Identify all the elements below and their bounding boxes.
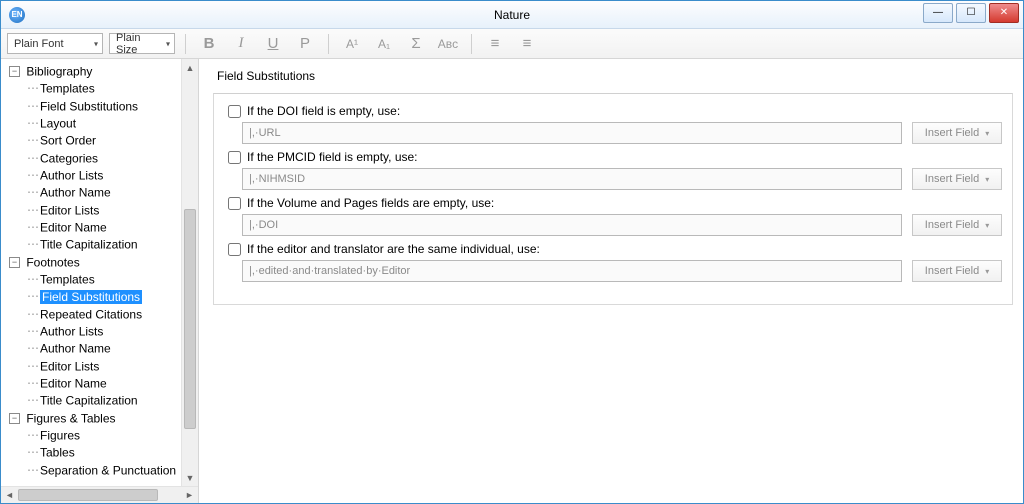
tree-leaf[interactable]: ⋯Figures: [3, 427, 198, 444]
scroll-down-icon[interactable]: ▼: [182, 469, 198, 486]
pmcid-empty-checkbox[interactable]: [228, 151, 241, 164]
plain-button[interactable]: P: [292, 32, 318, 56]
insert-field-button[interactable]: Insert Field ▾: [912, 122, 1002, 144]
tree-leaf[interactable]: ⋯Repeated Citations: [3, 306, 198, 323]
superscript-button[interactable]: A¹: [339, 32, 365, 56]
tree-scroll-area: − Bibliography ⋯Templates ⋯Field Substit…: [1, 59, 198, 486]
tree-leaf[interactable]: ⋯Editor Name: [3, 375, 198, 392]
underline-button[interactable]: U: [260, 32, 286, 56]
volume-pages-empty-field[interactable]: |,·DOI: [242, 214, 902, 236]
tree-node-figures-tables[interactable]: − Figures & Tables: [3, 410, 198, 427]
chevron-down-icon: ▾: [94, 39, 98, 48]
panel-title: Field Substitutions: [217, 69, 1013, 83]
insert-field-button[interactable]: Insert Field ▾: [912, 168, 1002, 190]
substitution-row: If the editor and translator are the sam…: [224, 242, 1002, 282]
tree-leaf[interactable]: ⋯Title Capitalization: [3, 392, 198, 409]
doi-empty-checkbox[interactable]: [228, 105, 241, 118]
symbol-button[interactable]: Σ: [403, 32, 429, 56]
titlebar: EN Nature — ☐ ✕: [1, 1, 1023, 29]
field-substitutions-panel: If the DOI field is empty, use: |,·URL I…: [213, 93, 1013, 305]
doi-empty-field[interactable]: |,·URL: [242, 122, 902, 144]
align-center-button[interactable]: ≡: [514, 32, 540, 56]
substitution-row: If the PMCID field is empty, use: |,·NIH…: [224, 150, 1002, 190]
volume-pages-empty-label: If the Volume and Pages fields are empty…: [247, 196, 494, 210]
close-button[interactable]: ✕: [989, 3, 1019, 23]
scroll-up-icon[interactable]: ▲: [182, 59, 198, 76]
minimize-button[interactable]: —: [923, 3, 953, 23]
volume-pages-empty-checkbox[interactable]: [228, 197, 241, 210]
toolbar-separator: [185, 34, 186, 54]
substitution-row: If the Volume and Pages fields are empty…: [224, 196, 1002, 236]
tree-leaf[interactable]: ⋯Author Name: [3, 340, 198, 357]
main-panel: Field Substitutions If the DOI field is …: [199, 59, 1023, 503]
chevron-down-icon: ▾: [166, 39, 170, 48]
pmcid-empty-field[interactable]: |,·NIHMSID: [242, 168, 902, 190]
tree-leaf[interactable]: ⋯Editor Lists: [3, 202, 198, 219]
scroll-track[interactable]: [18, 487, 181, 503]
tree-leaf[interactable]: ⋯Categories: [3, 150, 198, 167]
chevron-down-icon: ▾: [985, 221, 989, 230]
tree-leaf[interactable]: ⋯Author Lists: [3, 323, 198, 340]
tree-leaf[interactable]: ⋯Editor Lists: [3, 358, 198, 375]
tree-leaf[interactable]: ⋯Layout: [3, 115, 198, 132]
insert-field-button[interactable]: Insert Field ▾: [912, 260, 1002, 282]
font-combo-label: Plain Font: [14, 38, 64, 50]
tree-leaf[interactable]: ⋯Field Substitutions: [3, 98, 198, 115]
chevron-down-icon: ▾: [985, 129, 989, 138]
editor-translator-checkbox[interactable]: [228, 243, 241, 256]
tree-leaf[interactable]: ⋯Title Capitalization: [3, 236, 198, 253]
tree-leaf[interactable]: ⋯Separation & Punctuation: [3, 462, 198, 479]
toolbar-separator: [471, 34, 472, 54]
tree-leaf[interactable]: ⋯Sort Order: [3, 132, 198, 149]
maximize-icon: ☐: [967, 8, 976, 18]
tree-leaf-field-substitutions[interactable]: ⋯Field Substitutions: [3, 288, 198, 305]
insert-field-button[interactable]: Insert Field ▾: [912, 214, 1002, 236]
collapse-icon[interactable]: −: [9, 257, 20, 268]
size-combo[interactable]: Plain Size ▾: [109, 33, 175, 54]
bold-button[interactable]: B: [196, 32, 222, 56]
style-tree: − Bibliography ⋯Templates ⋯Field Substit…: [1, 59, 198, 483]
sidebar: − Bibliography ⋯Templates ⋯Field Substit…: [1, 59, 199, 503]
tree-leaf[interactable]: ⋯Templates: [3, 271, 198, 288]
collapse-icon[interactable]: −: [9, 66, 20, 77]
italic-button[interactable]: I: [228, 32, 254, 56]
scroll-left-icon[interactable]: ◄: [1, 490, 18, 500]
format-toolbar: Plain Font ▾ Plain Size ▾ B I U P A¹ A₁ …: [1, 29, 1023, 59]
content-area: − Bibliography ⋯Templates ⋯Field Substit…: [1, 59, 1023, 503]
tree-leaf[interactable]: ⋯Editor Name: [3, 219, 198, 236]
editor-translator-field[interactable]: |,·edited·and·translated·by·Editor: [242, 260, 902, 282]
chevron-down-icon: ▾: [985, 175, 989, 184]
maximize-button[interactable]: ☐: [956, 3, 986, 23]
window-title: Nature: [1, 8, 1023, 22]
font-combo[interactable]: Plain Font ▾: [7, 33, 103, 54]
tree-node-bibliography[interactable]: − Bibliography: [3, 63, 198, 80]
tree-leaf[interactable]: ⋯Author Lists: [3, 167, 198, 184]
app-icon: EN: [9, 7, 25, 23]
vertical-scrollbar[interactable]: ▲ ▼: [181, 59, 198, 486]
scroll-thumb[interactable]: [184, 209, 196, 429]
tree-leaf[interactable]: ⋯Author Name: [3, 184, 198, 201]
align-left-button[interactable]: ≡: [482, 32, 508, 56]
doi-empty-label: If the DOI field is empty, use:: [247, 104, 400, 118]
close-icon: ✕: [1000, 8, 1008, 18]
scroll-thumb[interactable]: [18, 489, 158, 501]
minimize-icon: —: [933, 8, 943, 18]
tree-leaf[interactable]: ⋯Templates: [3, 80, 198, 97]
editor-translator-label: If the editor and translator are the sam…: [247, 242, 540, 256]
size-combo-label: Plain Size: [116, 32, 156, 56]
tree-node-footnotes[interactable]: − Footnotes: [3, 254, 198, 271]
pmcid-empty-label: If the PMCID field is empty, use:: [247, 150, 418, 164]
subscript-button[interactable]: A₁: [371, 32, 397, 56]
collapse-icon[interactable]: −: [9, 413, 20, 424]
substitution-row: If the DOI field is empty, use: |,·URL I…: [224, 104, 1002, 144]
app-window: EN Nature — ☐ ✕ Plain Font ▾ Plain Size …: [0, 0, 1024, 504]
toolbar-separator: [328, 34, 329, 54]
chevron-down-icon: ▾: [985, 267, 989, 276]
smallcaps-button[interactable]: Aʙᴄ: [435, 32, 461, 56]
scroll-right-icon[interactable]: ►: [181, 490, 198, 500]
horizontal-scrollbar[interactable]: ◄ ►: [1, 486, 198, 503]
tree-leaf[interactable]: ⋯Tables: [3, 444, 198, 461]
window-controls: — ☐ ✕: [923, 3, 1019, 23]
